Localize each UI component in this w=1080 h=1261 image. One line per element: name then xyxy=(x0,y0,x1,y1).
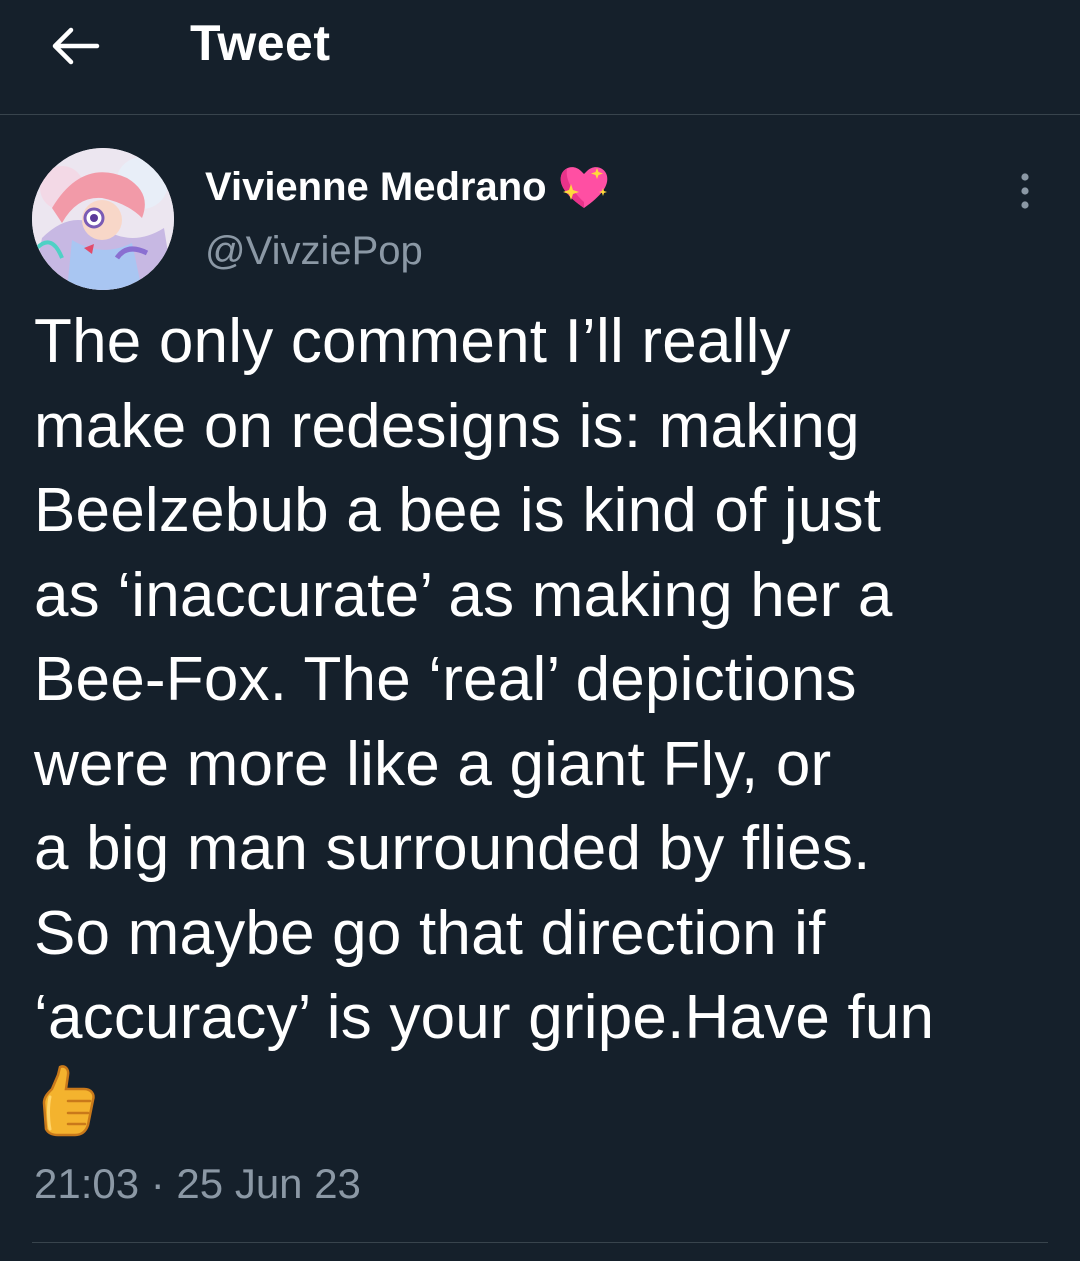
page-title: Tweet xyxy=(190,15,331,71)
sparkling-heart-icon xyxy=(560,167,607,208)
tweet-text: The only comment I’ll really make on red… xyxy=(34,307,935,1052)
author-row: Vivienne Medrano xyxy=(205,162,611,212)
thumbs-up-icon xyxy=(38,1063,98,1144)
divider xyxy=(32,1242,1048,1243)
timestamp[interactable]: 21:03 · 25 Jun 23 xyxy=(34,1160,361,1208)
back-button[interactable] xyxy=(40,18,110,74)
top-bar: Tweet xyxy=(0,0,1080,115)
avatar-illustration xyxy=(32,148,174,290)
handle[interactable]: @VivziePop xyxy=(205,229,423,274)
arrow-left-icon xyxy=(52,27,100,65)
more-vertical-icon xyxy=(1021,173,1029,209)
more-options-button[interactable] xyxy=(1000,166,1050,216)
display-name[interactable]: Vivienne Medrano xyxy=(205,165,547,210)
avatar[interactable] xyxy=(32,148,174,290)
